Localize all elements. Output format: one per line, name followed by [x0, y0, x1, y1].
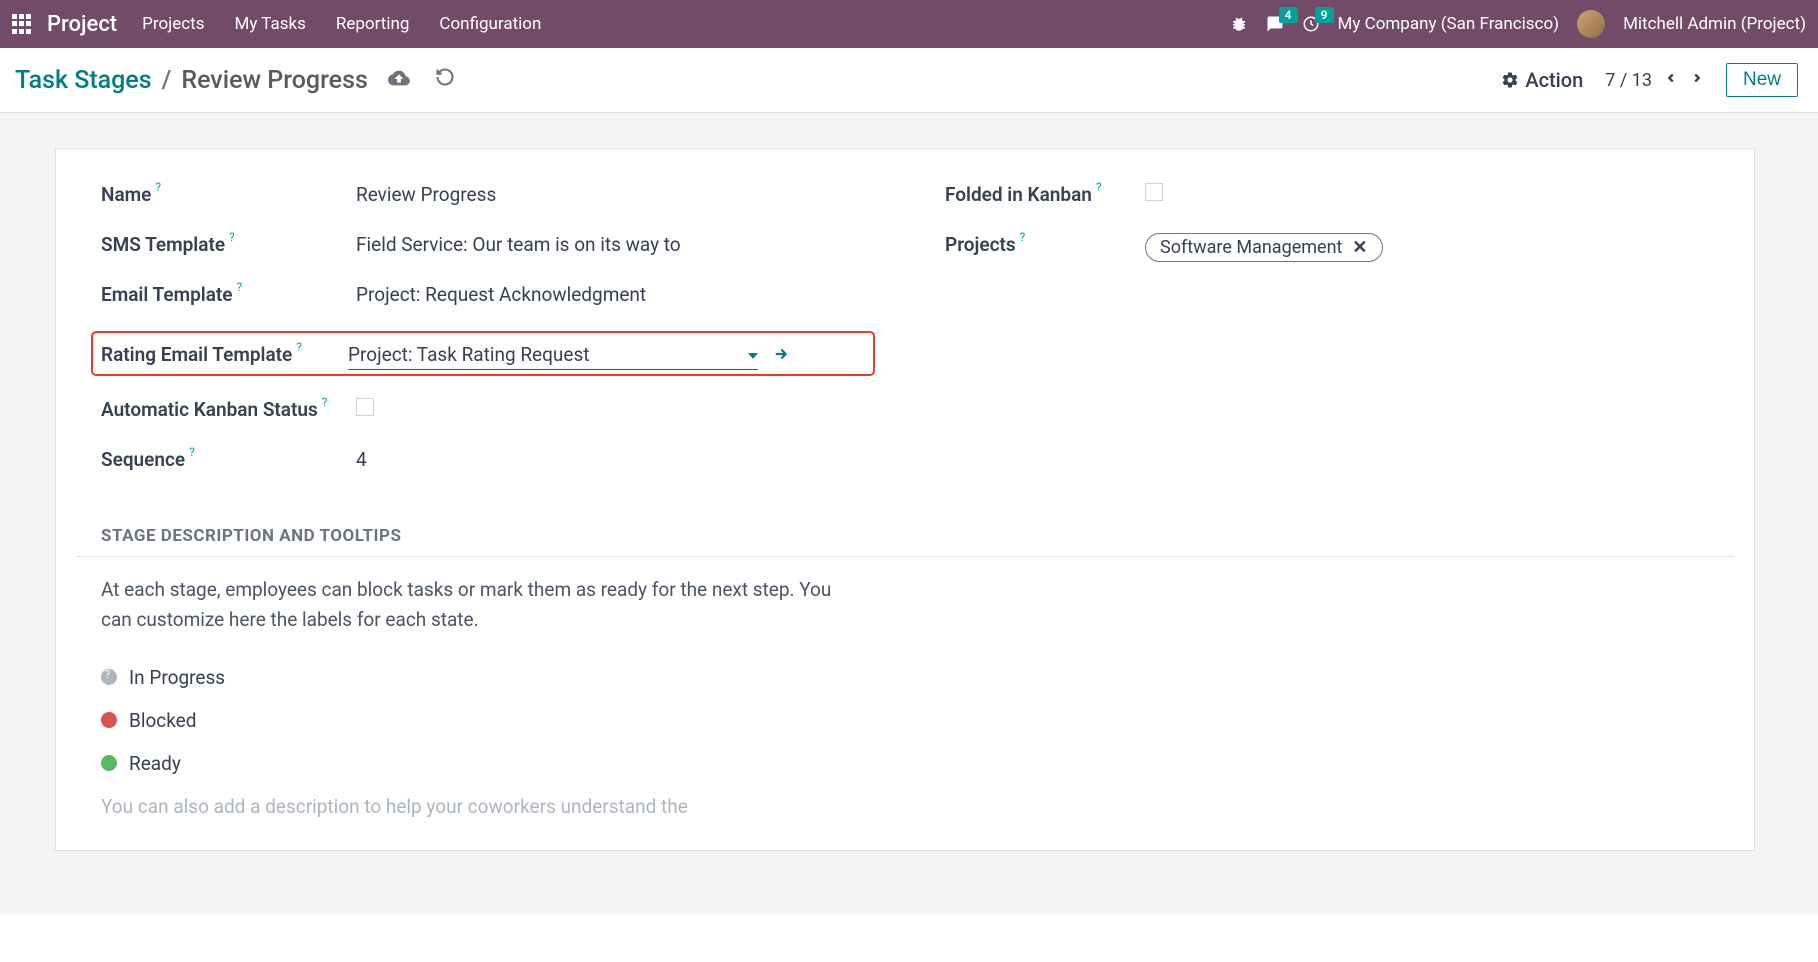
label-sms-template: SMS Template ? — [101, 231, 356, 256]
status-dot-red-icon — [101, 712, 117, 728]
help-icon[interactable]: ? — [229, 230, 235, 244]
help-icon[interactable]: ? — [322, 395, 328, 409]
help-icon[interactable]: ? — [155, 180, 161, 194]
control-panel: Task Stages / Review Progress Action 7 /… — [0, 48, 1818, 113]
messaging-icon[interactable]: 4 — [1266, 15, 1284, 33]
section-description: At each stage, employees can block tasks… — [101, 575, 841, 636]
rating-email-template-input[interactable]: Project: Task Rating Request — [348, 343, 758, 370]
status-dot-green-icon — [101, 755, 117, 771]
cloud-save-icon[interactable] — [388, 67, 410, 94]
label-folded: Folded in Kanban ? — [945, 181, 1145, 206]
pager-next-icon[interactable] — [1690, 69, 1704, 91]
apps-launcher-icon[interactable] — [12, 14, 32, 34]
folded-checkbox[interactable] — [1145, 183, 1163, 201]
pager-count[interactable]: 7 / 13 — [1605, 70, 1652, 91]
app-title: Project — [47, 12, 117, 37]
user-menu[interactable]: Mitchell Admin (Project) — [1623, 14, 1806, 34]
nav-reporting[interactable]: Reporting — [336, 14, 410, 34]
company-selector[interactable]: My Company (San Francisco) — [1338, 14, 1560, 34]
form-right-column: Folded in Kanban ? Projects ? Software M — [945, 181, 1709, 496]
breadcrumb-separator: / — [162, 66, 172, 95]
form-left-column: Name ? Review Progress SMS Template ? Fi… — [101, 181, 865, 496]
new-button[interactable]: New — [1726, 63, 1798, 97]
discard-icon[interactable] — [435, 67, 455, 94]
sequence-field[interactable]: 4 — [356, 446, 865, 471]
main-navbar: Project Projects My Tasks Reporting Conf… — [0, 0, 1818, 48]
auto-kanban-checkbox[interactable] — [356, 398, 374, 416]
label-auto-kanban: Automatic Kanban Status ? — [101, 396, 356, 421]
status-dot-grey-icon — [101, 669, 117, 685]
legend-list: In Progress Blocked Ready — [101, 666, 1709, 775]
action-label: Action — [1525, 68, 1583, 92]
activities-badge: 9 — [1315, 7, 1334, 23]
label-email-template: Email Template ? — [101, 281, 356, 306]
name-field[interactable]: Review Progress — [356, 181, 865, 206]
help-icon[interactable]: ? — [1096, 180, 1102, 194]
debug-icon[interactable] — [1230, 15, 1248, 33]
help-icon[interactable]: ? — [296, 340, 302, 354]
footer-note: You can also add a description to help y… — [101, 795, 1709, 818]
breadcrumb-root[interactable]: Task Stages — [15, 66, 152, 95]
dropdown-caret-icon[interactable] — [748, 343, 758, 366]
activities-icon[interactable]: 9 — [1302, 15, 1320, 33]
pager: 7 / 13 — [1605, 69, 1704, 91]
pager-prev-icon[interactable] — [1664, 69, 1678, 91]
project-tag[interactable]: Software Management ✕ — [1145, 233, 1383, 262]
external-link-icon[interactable] — [773, 345, 791, 368]
nav-projects[interactable]: Projects — [142, 14, 204, 34]
action-menu[interactable]: Action — [1501, 68, 1583, 92]
legend-in-progress[interactable]: In Progress — [101, 666, 1709, 689]
help-icon[interactable]: ? — [1020, 230, 1026, 244]
form-sheet: Name ? Review Progress SMS Template ? Fi… — [55, 148, 1755, 851]
label-projects: Projects ? — [945, 231, 1145, 256]
messages-badge: 4 — [1279, 7, 1298, 23]
nav-my-tasks[interactable]: My Tasks — [234, 14, 305, 34]
breadcrumb: Task Stages / Review Progress — [15, 66, 368, 95]
label-sequence: Sequence ? — [101, 446, 356, 471]
help-icon[interactable]: ? — [189, 445, 195, 459]
email-template-field[interactable]: Project: Request Acknowledgment — [356, 281, 865, 306]
help-icon[interactable]: ? — [237, 280, 243, 294]
label-name: Name ? — [101, 181, 356, 206]
legend-ready[interactable]: Ready — [101, 752, 1709, 775]
section-header: STAGE DESCRIPTION AND TOOLTIPS — [76, 526, 1734, 557]
label-rating-email-template: Rating Email Template ? — [101, 341, 348, 366]
legend-blocked[interactable]: Blocked — [101, 709, 1709, 732]
user-avatar[interactable] — [1577, 10, 1605, 38]
sms-template-field[interactable]: Field Service: Our team is on its way to — [356, 231, 865, 256]
breadcrumb-current: Review Progress — [181, 66, 367, 95]
tag-remove-icon[interactable]: ✕ — [1352, 237, 1367, 258]
nav-configuration[interactable]: Configuration — [439, 14, 541, 34]
highlighted-field-box: Rating Email Template ? Project: Task Ra… — [91, 331, 875, 376]
